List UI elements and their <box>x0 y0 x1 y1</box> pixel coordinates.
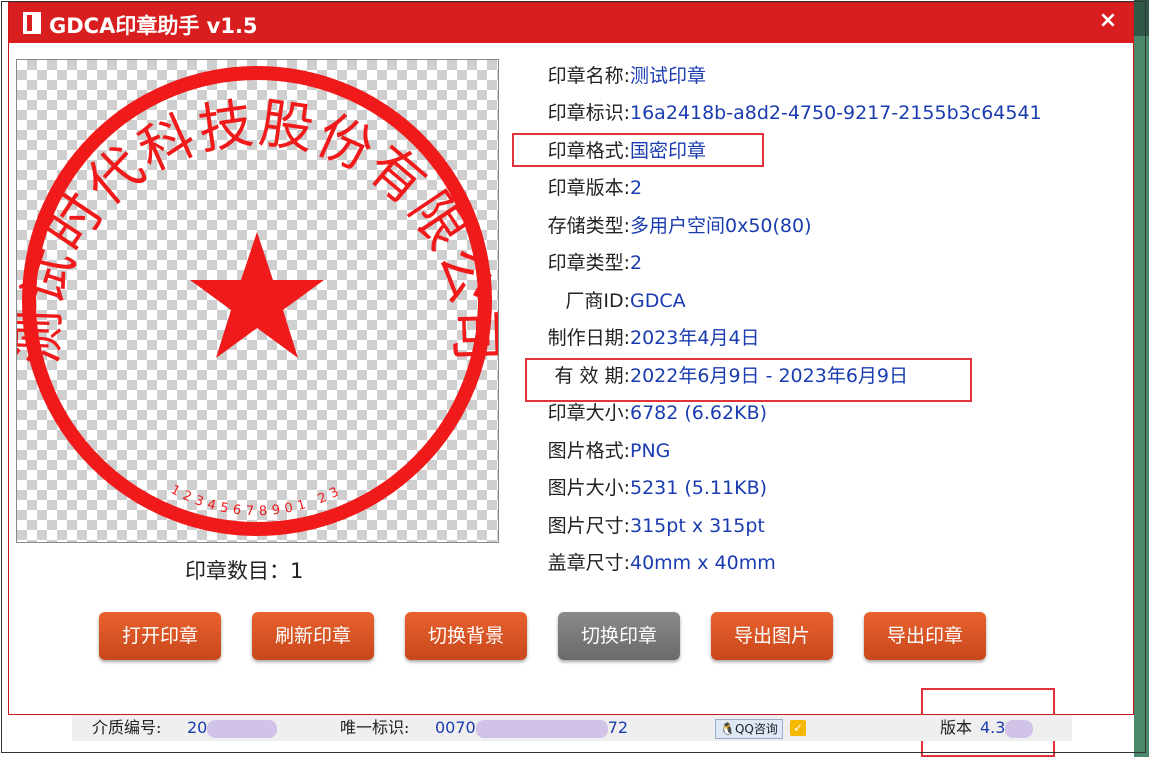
info-value: 多用户空间0x50(80) <box>630 215 812 237</box>
version-value: 4.3 <box>980 715 1034 741</box>
info-value: 2 <box>630 252 643 274</box>
info-value: 5231 (5.11KB) <box>630 477 768 499</box>
info-row-storage: 存储类型:多用户空间0x50(80) <box>525 211 812 241</box>
info-value: GDCA <box>630 290 686 312</box>
validity-highlight-box <box>525 358 972 402</box>
qq-penguin-icon: 🐧 <box>720 722 735 736</box>
stamp-image: 测试时代科技股份有限公司 12345678901 23 <box>17 66 498 536</box>
info-label: 图片格式: <box>547 440 630 462</box>
info-value: 2 <box>630 177 643 199</box>
checkmark-icon: ✓ <box>790 720 806 736</box>
info-label: 厂商ID: <box>565 290 630 312</box>
info-value: PNG <box>630 440 671 462</box>
info-value: 315pt x 315pt <box>630 515 765 537</box>
info-label: 印章类型: <box>547 252 630 274</box>
switch-background-button[interactable]: 切换背景 <box>405 612 527 660</box>
info-row-name: 印章名称:测试印章 <box>525 61 706 91</box>
qq-consult-label: QQ咨询 <box>734 722 778 736</box>
stamp-star-icon <box>190 232 324 358</box>
unique-id-value: 0070 72 <box>435 715 628 741</box>
stamp-preview: 测试时代科技股份有限公司 12345678901 23 <box>16 59 499 543</box>
media-number-text: 20 <box>187 718 208 737</box>
info-row-image-size: 图片大小:5231 (5.11KB) <box>525 473 767 503</box>
info-row-image-dimensions: 图片尺寸:315pt x 315pt <box>525 511 765 541</box>
export-image-button[interactable]: 导出图片 <box>711 612 833 660</box>
info-value: 40mm x 40mm <box>630 552 776 574</box>
app-logo-icon <box>23 12 41 34</box>
window-title: GDCA印章助手 v1.5 <box>49 14 258 38</box>
title-bar[interactable]: GDCA印章助手 v1.5 × <box>9 3 1133 43</box>
version-number: 4.3 <box>980 718 1006 737</box>
version-label: 版本 <box>940 718 973 737</box>
background-window-strip <box>1134 0 1149 757</box>
info-label: 图片大小: <box>547 477 630 499</box>
media-number-value: 20 <box>187 715 278 741</box>
info-row-seal-size: 盖章尺寸:40mm x 40mm <box>525 548 776 578</box>
refresh-stamp-button[interactable]: 刷新印章 <box>252 612 374 660</box>
background-window-strip-top <box>1134 0 1149 36</box>
info-row-type: 印章类型:2 <box>525 248 643 278</box>
info-row-made-date: 制作日期:2023年4月4日 <box>525 323 760 353</box>
info-row-image-format: 图片格式:PNG <box>525 436 671 466</box>
close-button[interactable]: × <box>1095 7 1121 35</box>
info-label: 制作日期: <box>547 327 630 349</box>
open-stamp-button[interactable]: 打开印章 <box>99 612 221 660</box>
info-row-id: 印章标识:16a2418b-a8d2-4750-9217-2155b3c6454… <box>525 98 1042 128</box>
redaction-mark <box>207 719 278 738</box>
redaction-mark <box>475 719 608 738</box>
unique-id-prefix: 0070 <box>435 718 476 737</box>
status-bar: 介质编号: 20 唯一标识: 0070 72 🐧QQ咨询 ✓ 版本 4.3 <box>72 715 1072 741</box>
qq-consult-button[interactable]: 🐧QQ咨询 <box>715 719 783 739</box>
info-label: 图片尺寸: <box>547 515 630 537</box>
stamp-count: 印章数目：1 <box>185 559 304 583</box>
export-stamp-button[interactable]: 导出印章 <box>864 612 986 660</box>
info-row-version: 印章版本:2 <box>525 173 643 203</box>
info-row-vendor: 厂商ID:GDCA <box>525 286 686 316</box>
switch-stamp-button[interactable]: 切换印章 <box>558 612 680 660</box>
info-value: 2023年4月4日 <box>630 327 760 349</box>
redaction-mark <box>1005 719 1034 738</box>
unique-id-suffix: 72 <box>607 718 629 737</box>
info-label: 盖章尺寸: <box>547 552 630 574</box>
info-label: 存储类型: <box>547 215 630 237</box>
info-label: 印章标识: <box>547 102 630 124</box>
info-value: 测试印章 <box>630 65 707 87</box>
info-label: 印章版本: <box>547 177 630 199</box>
info-value: 6782 (6.62KB) <box>630 402 768 424</box>
info-label: 印章大小: <box>547 402 630 424</box>
info-row-size: 印章大小:6782 (6.62KB) <box>525 398 767 428</box>
unique-id-label: 唯一标识: <box>340 718 410 737</box>
info-label: 印章名称: <box>547 65 630 87</box>
format-highlight-box <box>512 133 764 167</box>
info-value: 16a2418b-a8d2-4750-9217-2155b3c64541 <box>630 102 1042 124</box>
media-number-label: 介质编号: <box>92 718 162 737</box>
